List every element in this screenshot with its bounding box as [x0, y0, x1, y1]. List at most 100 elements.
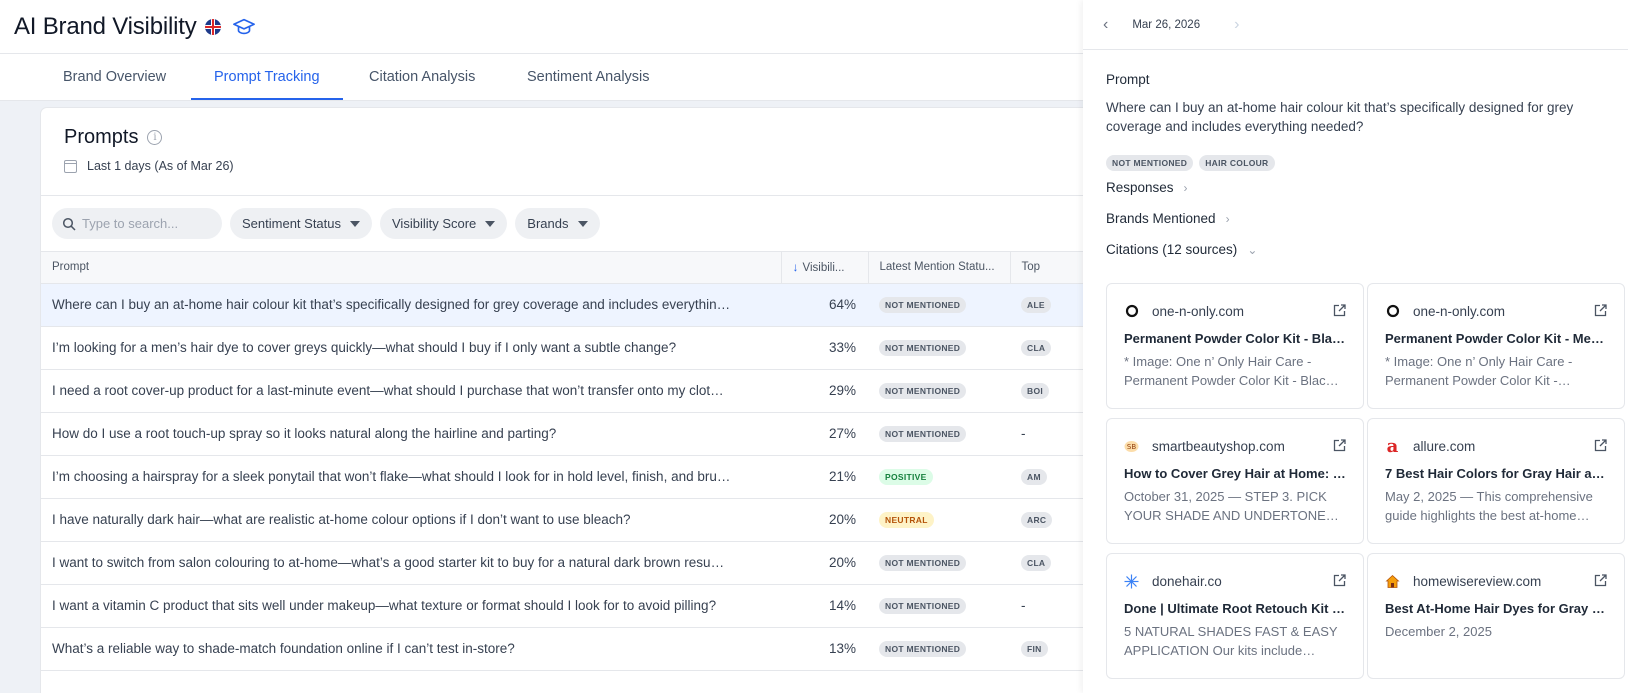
info-icon[interactable]: i — [147, 130, 163, 145]
uk-flag-icon[interactable] — [204, 18, 221, 35]
citation-source: donehair.co — [1124, 571, 1346, 591]
tab-citation-analysis[interactable]: Citation Analysis — [346, 54, 498, 100]
status-badge: NOT MENTIONED — [879, 641, 967, 657]
table-row[interactable]: What’s a reliable way to shade-match fou… — [41, 627, 1101, 671]
responses-expander[interactable]: Responses › — [1106, 180, 1188, 195]
filter-label: Visibility Score — [392, 216, 477, 231]
citation-snippet: May 2, 2025 — This comprehensive guide h… — [1385, 489, 1593, 523]
prompt-cell: I’m choosing a hairspray for a sleek pon… — [41, 455, 781, 499]
status-badge: NOT MENTIONED — [879, 340, 967, 356]
status-badge: NOT MENTIONED — [879, 426, 967, 442]
table-row[interactable]: I want a vitamin C product that sits wel… — [41, 584, 1101, 628]
chevron-left-icon[interactable]: ‹ — [1103, 16, 1108, 34]
external-link-icon[interactable] — [1594, 574, 1607, 587]
prompt-cell: I want a vitamin C product that sits wel… — [41, 584, 781, 628]
top-brand-badge: BOI — [1021, 383, 1050, 399]
visibility-cell: 20% — [781, 498, 868, 542]
tab-prompt-tracking[interactable]: Prompt Tracking — [191, 54, 343, 100]
citation-card[interactable]: homewisereview.com Best At-Home Hair Dyes… — [1367, 553, 1625, 679]
table-row[interactable]: I’m choosing a hairspray for a sleek pon… — [41, 455, 1101, 499]
prompts-title-row: Prompts i — [64, 126, 1101, 149]
table-row[interactable]: Where can I buy an at-home hair colour k… — [41, 283, 1101, 327]
app-title: AI Brand Visibility — [14, 12, 197, 40]
table-header-row: Prompt ↓ Visibili... Latest Mention Statu… — [41, 252, 1102, 284]
citation-title[interactable]: 7 Best Hair Colors for Gray Hair at… — [1385, 466, 1607, 481]
citations-expander[interactable]: Citations (12 sources) ⌄ — [1106, 242, 1257, 257]
prompt-cell: Where can I buy an at-home hair colour k… — [41, 283, 781, 327]
caret-down-icon — [485, 220, 496, 227]
prompt-text: Where can I buy an at-home hair colour k… — [1106, 100, 1574, 134]
prompts-card-header: Prompts i Last 1 days (As of Mar 26) — [41, 108, 1101, 196]
external-link-icon[interactable] — [1333, 439, 1346, 452]
visibility-cell: 20% — [781, 541, 868, 585]
sparkle-icon — [1124, 574, 1139, 589]
filter-label: Brands — [527, 216, 569, 231]
prompt-detail-drawer: ‹ Mar 26, 2026 › Prompt Where can I buy … — [1083, 0, 1628, 693]
visibility-cell: 27% — [781, 412, 868, 456]
col-latest-mention-status[interactable]: Latest Mention Statu... — [868, 252, 1011, 284]
visibility-cell: 13% — [781, 627, 868, 671]
citation-card[interactable]: one-n-only.com Permanent Powder Color Kit… — [1367, 283, 1625, 409]
prompts-title: Prompts — [64, 126, 139, 148]
col-visibility-label: Visibili... — [802, 262, 845, 275]
responses-label: Responses — [1106, 180, 1174, 195]
top-brand-badge: ALE — [1021, 297, 1051, 313]
table-row[interactable]: How do I use a root touch-up spray so it… — [41, 412, 1101, 456]
citation-domain: allure.com — [1413, 438, 1476, 454]
external-link-icon[interactable] — [1594, 439, 1607, 452]
citation-source: SB smartbeautyshop.com — [1124, 436, 1346, 456]
status-cell: POSITIVE — [868, 455, 1010, 499]
drawer-date: Mar 26, 2026 — [1132, 18, 1201, 31]
search-box[interactable] — [52, 208, 222, 239]
status-cell: NOT MENTIONED — [868, 283, 1010, 327]
filter-brands[interactable]: Brands — [515, 208, 600, 239]
table-row[interactable]: I have naturally dark hair—what are real… — [41, 498, 1101, 542]
status-cell: NOT MENTIONED — [868, 412, 1010, 456]
graduation-cap-icon[interactable] — [232, 16, 255, 38]
table-row[interactable]: I need a root cover-up product for a las… — [41, 369, 1101, 413]
citation-snippet: October 31, 2025 — STEP 3. PICK YOUR SHA… — [1124, 489, 1339, 523]
external-link-icon[interactable] — [1333, 574, 1346, 587]
external-link-icon[interactable] — [1333, 304, 1346, 317]
citation-title[interactable]: Best At-Home Hair Dyes for Gray … — [1385, 601, 1607, 616]
chevron-down-icon: ⌄ — [1247, 242, 1258, 257]
app-header: AI Brand Visibility — [0, 0, 1083, 54]
citation-card[interactable]: SB smartbeautyshop.com How to Cover Grey H… — [1106, 418, 1364, 544]
top-brand-badge: FIN — [1021, 641, 1048, 657]
filter-visibility-score[interactable]: Visibility Score — [380, 208, 508, 239]
visibility-cell: 14% — [781, 584, 868, 628]
col-prompt[interactable]: Prompt — [41, 252, 782, 284]
chevron-right-icon[interactable]: › — [1234, 16, 1239, 34]
status-badge: NOT MENTIONED — [879, 555, 967, 571]
top-brand-badge: CLA — [1021, 555, 1052, 571]
citation-title[interactable]: Permanent Powder Color Kit - Me… — [1385, 331, 1607, 346]
citation-card[interactable]: one-n-only.com Permanent Powder Color Kit… — [1106, 283, 1364, 409]
citation-source: a allure.com — [1385, 436, 1607, 456]
topic-badge: HAIR COLOUR — [1199, 155, 1275, 171]
citation-title[interactable]: Permanent Powder Color Kit - Bla… — [1124, 331, 1346, 346]
citation-title[interactable]: Done | Ultimate Root Retouch Kit |… — [1124, 601, 1346, 616]
status-badge: POSITIVE — [879, 469, 933, 485]
citation-title[interactable]: How to Cover Grey Hair at Home: … — [1124, 466, 1346, 481]
citation-card[interactable]: donehair.co Done | Ultimate Root Retouch … — [1106, 553, 1364, 679]
tab-sentiment-analysis[interactable]: Sentiment Analysis — [504, 54, 673, 100]
status-badge: NOT MENTIONED — [1106, 155, 1194, 171]
search-input[interactable] — [82, 216, 212, 231]
status-cell: NOT MENTIONED — [868, 541, 1010, 585]
citation-card[interactable]: a allure.com 7 Best Hair Colors for Gray H… — [1367, 418, 1625, 544]
prompt-label: Prompt — [1106, 72, 1150, 87]
external-link-icon[interactable] — [1594, 304, 1607, 317]
table-row[interactable]: I’m looking for a men’s hair dye to cove… — [41, 326, 1101, 370]
date-range[interactable]: Last 1 days (As of Mar 26) — [64, 159, 1101, 173]
filter-sentiment-status[interactable]: Sentiment Status — [230, 208, 372, 239]
tab-bar: Brand Overview Prompt Tracking Citation … — [0, 54, 1083, 101]
citation-snippet: 5 NATURAL SHADES FAST & EASY APPLICATION… — [1124, 624, 1338, 658]
col-visibility[interactable]: ↓ Visibili... — [781, 252, 869, 284]
brands-mentioned-expander[interactable]: Brands Mentioned › — [1106, 211, 1230, 226]
tab-brand-overview[interactable]: Brand Overview — [40, 54, 189, 100]
status-badge: NOT MENTIONED — [879, 383, 967, 399]
status-badge: NOT MENTIONED — [879, 598, 967, 614]
sort-desc-icon: ↓ — [792, 260, 799, 275]
table-row[interactable]: I want to switch from salon colouring to… — [41, 541, 1101, 585]
prompts-card: Prompts i Last 1 days (As of Mar 26) Sen… — [41, 108, 1102, 693]
